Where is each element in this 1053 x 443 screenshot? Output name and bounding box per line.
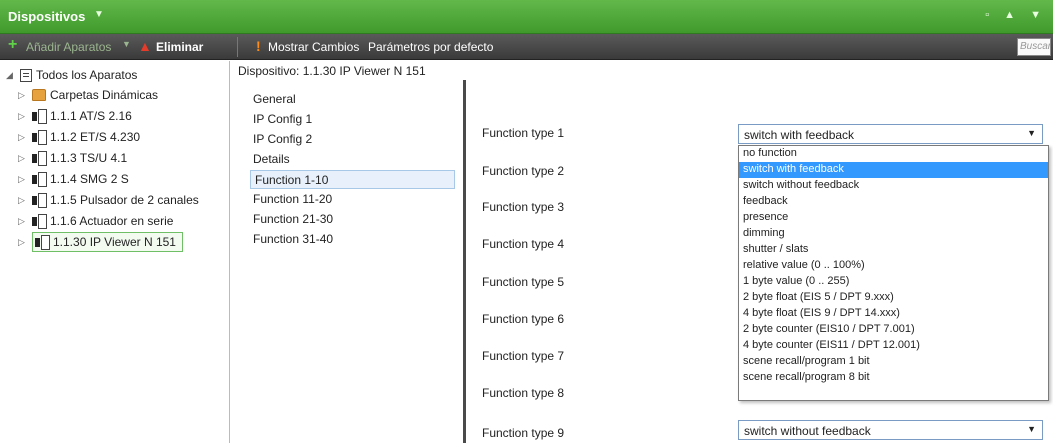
param-label-3: Function type 3	[482, 200, 565, 214]
option-item[interactable]: 2 byte float (EIS 5 / DPT 9.xxx)	[739, 290, 1048, 306]
parameters-panel: Function type 1 Function type 2 Function…	[470, 80, 1053, 443]
folder-icon	[32, 89, 46, 101]
page-details[interactable]: Details	[253, 152, 290, 166]
device-icon	[32, 130, 47, 145]
option-item-selected[interactable]: switch with feedback	[739, 162, 1048, 178]
window-title: Dispositivos	[8, 9, 86, 24]
expand-icon[interactable]: ▷	[18, 195, 28, 206]
option-item[interactable]: 1 byte value (0 .. 255)	[739, 274, 1048, 290]
tree-item-device[interactable]: ▷ 1.1.4 SMG 2 S	[18, 169, 129, 189]
tree-item-device-selected[interactable]: ▷ 1.1.30 IP Viewer N 151	[18, 232, 183, 252]
delete-icon[interactable]: ▲	[138, 38, 152, 54]
selected-device[interactable]: 1.1.30 IP Viewer N 151	[32, 232, 183, 252]
option-item[interactable]: 4 byte counter (EIS11 / DPT 12.001)	[739, 338, 1048, 354]
dropdown-arrow-icon[interactable]: ▼	[1027, 128, 1036, 138]
page-function-21-30[interactable]: Function 21-30	[253, 212, 333, 226]
expand-icon[interactable]: ▷	[18, 216, 28, 227]
window-titlebar: Dispositivos ▼ ▫ ▲ ▼	[0, 0, 1053, 34]
tree-item-label: 1.1.3 TS/U 4.1	[50, 151, 128, 165]
page-ip-config-1[interactable]: IP Config 1	[253, 112, 312, 126]
expand-icon[interactable]: ▷	[18, 237, 28, 248]
show-changes-icon: !	[256, 38, 261, 54]
function-type-1-select[interactable]: switch with feedback ▼	[738, 124, 1043, 144]
param-label-5: Function type 5	[482, 275, 565, 289]
device-icon	[32, 109, 47, 124]
device-icon	[32, 172, 47, 187]
param-label-8: Function type 8	[482, 386, 565, 400]
window-controls[interactable]: ▫ ▲ ▼	[985, 9, 1047, 21]
tree-item-label: 1.1.5 Pulsador de 2 canales	[50, 193, 199, 207]
function-type-9-select[interactable]: switch without feedback ▼	[738, 420, 1043, 440]
device-icon	[32, 193, 47, 208]
tree-root[interactable]: ◢ Todos los Aparatos	[6, 65, 137, 85]
option-item[interactable]: presence	[739, 210, 1048, 226]
param-label-6: Function type 6	[482, 312, 565, 326]
expand-icon[interactable]: ▷	[18, 174, 28, 185]
expand-icon[interactable]: ▷	[18, 132, 28, 143]
device-tree: ◢ Todos los Aparatos ▷ Carpetas Dinámica…	[0, 61, 230, 443]
param-label-7: Function type 7	[482, 349, 565, 363]
dropdown-arrow-icon[interactable]: ▼	[1027, 424, 1036, 434]
title-dropdown-icon[interactable]: ▼	[94, 9, 104, 20]
option-item[interactable]: feedback	[739, 194, 1048, 210]
param-label-1: Function type 1	[482, 126, 565, 140]
tree-item-label: 1.1.30 IP Viewer N 151	[53, 235, 176, 249]
function-type-dropdown-list[interactable]: no function switch with feedback switch …	[738, 145, 1049, 401]
param-label-2: Function type 2	[482, 164, 565, 178]
option-item[interactable]: switch without feedback	[739, 178, 1048, 194]
device-icon	[32, 214, 47, 229]
param-label-9: Function type 9	[482, 426, 565, 440]
tree-item-label: 1.1.2 ET/S 4.230	[50, 130, 141, 144]
all-devices-icon	[20, 68, 32, 82]
device-header: Dispositivo: 1.1.30 IP Viewer N 151	[238, 64, 426, 78]
tree-item-dynamic-folders[interactable]: ▷ Carpetas Dinámicas	[18, 85, 158, 105]
page-general[interactable]: General	[253, 92, 296, 106]
option-item[interactable]: scene recall/program 1 bit	[739, 354, 1048, 370]
param-label-4: Function type 4	[482, 237, 565, 251]
add-icon[interactable]: +	[8, 36, 17, 54]
toolbar-separator	[237, 37, 238, 57]
page-function-1-10[interactable]: Function 1-10	[250, 170, 455, 189]
select-value: switch without feedback	[744, 424, 871, 438]
option-item[interactable]: relative value (0 .. 100%)	[739, 258, 1048, 274]
tree-item-device[interactable]: ▷ 1.1.1 AT/S 2.16	[18, 106, 132, 126]
tree-root-label: Todos los Aparatos	[36, 68, 138, 82]
search-input[interactable]: Buscar	[1017, 38, 1051, 56]
default-parameters-button[interactable]: Parámetros por defecto	[368, 40, 493, 54]
toolbar: + Añadir Aparatos ▼ ▲ Eliminar ! Mostrar…	[0, 34, 1053, 60]
page-function-31-40[interactable]: Function 31-40	[253, 232, 333, 246]
expand-icon[interactable]: ▷	[18, 111, 28, 122]
select-value: switch with feedback	[744, 128, 855, 142]
expand-icon[interactable]: ▷	[18, 90, 28, 101]
tree-item-device[interactable]: ▷ 1.1.5 Pulsador de 2 canales	[18, 190, 199, 210]
tree-item-label: 1.1.1 AT/S 2.16	[50, 109, 132, 123]
parameter-pages-list: General IP Config 1 IP Config 2 Details …	[245, 80, 465, 443]
expand-icon[interactable]: ▷	[18, 153, 28, 164]
tree-item-label: 1.1.4 SMG 2 S	[50, 172, 129, 186]
tree-item-label: 1.1.6 Actuador en serie	[50, 214, 174, 228]
option-item[interactable]: no function	[739, 146, 1048, 162]
panel-splitter[interactable]	[463, 80, 466, 443]
tree-item-label: Carpetas Dinámicas	[50, 88, 159, 102]
device-icon	[35, 235, 50, 250]
device-icon	[32, 151, 47, 166]
page-ip-config-2[interactable]: IP Config 2	[253, 132, 312, 146]
option-item[interactable]: 4 byte float (EIS 9 / DPT 14.xxx)	[739, 306, 1048, 322]
show-changes-button[interactable]: Mostrar Cambios	[268, 40, 359, 54]
option-item[interactable]: scene recall/program 8 bit	[739, 370, 1048, 386]
tree-item-device[interactable]: ▷ 1.1.3 TS/U 4.1	[18, 148, 127, 168]
option-item[interactable]: shutter / slats	[739, 242, 1048, 258]
delete-button[interactable]: Eliminar	[156, 40, 203, 54]
tree-item-device[interactable]: ▷ 1.1.2 ET/S 4.230	[18, 127, 140, 147]
add-devices-button[interactable]: Añadir Aparatos	[26, 40, 111, 54]
option-item[interactable]: 2 byte counter (EIS10 / DPT 7.001)	[739, 322, 1048, 338]
add-dropdown-icon[interactable]: ▼	[122, 39, 131, 49]
option-item[interactable]: dimming	[739, 226, 1048, 242]
tree-item-device[interactable]: ▷ 1.1.6 Actuador en serie	[18, 211, 173, 231]
collapse-icon[interactable]: ◢	[6, 70, 16, 81]
page-function-11-20[interactable]: Function 11-20	[253, 192, 332, 206]
